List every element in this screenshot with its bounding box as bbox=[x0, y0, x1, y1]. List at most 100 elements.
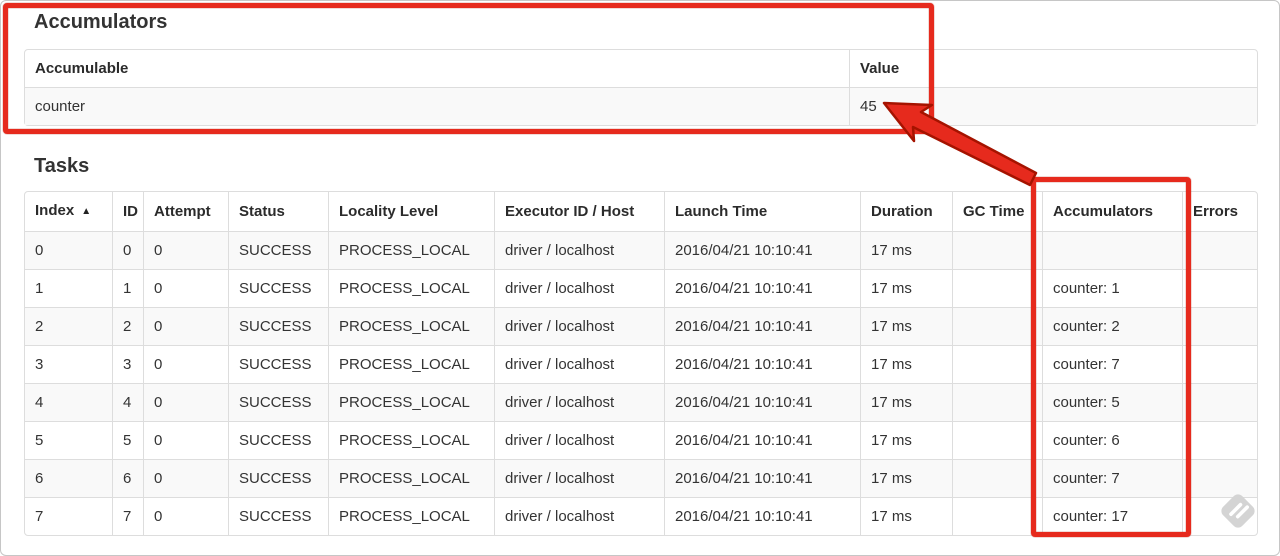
cell-gc-time bbox=[952, 383, 1042, 421]
table-row: 6 6 0 SUCCESS PROCESS_LOCAL driver / localhos… bbox=[25, 459, 1257, 497]
accumulators-table-body: counter 45 bbox=[25, 87, 1257, 125]
column-header-gc-time[interactable]: GC Time bbox=[952, 192, 1042, 231]
table-row: 5 5 0 SUCCESS PROCESS_LOCAL driver / localhos… bbox=[25, 421, 1257, 459]
cell-launch-time: 2016/04/21 10:10:41 bbox=[664, 269, 860, 307]
cell-id: 4 bbox=[112, 383, 143, 421]
cell-errors bbox=[1182, 421, 1257, 459]
cell-attempt: 0 bbox=[143, 497, 228, 535]
cell-attempt: 0 bbox=[143, 421, 228, 459]
cell-locality-level: PROCESS_LOCAL bbox=[328, 345, 494, 383]
cell-locality-level: PROCESS_LOCAL bbox=[328, 497, 494, 535]
cell-executor-id-host: driver / localhost bbox=[494, 459, 664, 497]
cell-index: 3 bbox=[25, 345, 112, 383]
cell-accumulators: counter: 17 bbox=[1042, 497, 1182, 535]
column-header-accumulable[interactable]: Accumulable bbox=[25, 50, 849, 87]
cell-errors bbox=[1182, 269, 1257, 307]
cell-duration: 17 ms bbox=[860, 269, 952, 307]
column-header-label: Launch Time bbox=[675, 203, 768, 220]
cell-gc-time bbox=[952, 269, 1042, 307]
sort-ascending-icon: ▲ bbox=[81, 206, 92, 217]
table-row: 1 1 0 SUCCESS PROCESS_LOCAL driver / localhos… bbox=[25, 269, 1257, 307]
cell-errors bbox=[1182, 383, 1257, 421]
column-header-accumulators[interactable]: Accumulators bbox=[1042, 192, 1182, 231]
cell-attempt: 0 bbox=[143, 231, 228, 269]
cell-status: SUCCESS bbox=[228, 231, 328, 269]
column-header-label: Executor ID / Host bbox=[505, 203, 635, 220]
cell-errors bbox=[1182, 459, 1257, 497]
table-row: 4 4 0 SUCCESS PROCESS_LOCAL driver / localhos… bbox=[25, 383, 1257, 421]
cell-duration: 17 ms bbox=[860, 345, 952, 383]
cell-status: SUCCESS bbox=[228, 383, 328, 421]
column-header-attempt[interactable]: Attempt bbox=[143, 192, 228, 231]
column-header-index[interactable]: Index ▲ bbox=[25, 192, 112, 231]
column-header-label: Locality Level bbox=[339, 203, 439, 220]
cell-duration: 17 ms bbox=[860, 459, 952, 497]
column-header-errors[interactable]: Errors bbox=[1182, 192, 1257, 231]
cell-id: 7 bbox=[112, 497, 143, 535]
cell-errors bbox=[1182, 231, 1257, 269]
cell-duration: 17 ms bbox=[860, 231, 952, 269]
cell-locality-level: PROCESS_LOCAL bbox=[328, 269, 494, 307]
cell-accumulators: counter: 1 bbox=[1042, 269, 1182, 307]
cell-locality-level: PROCESS_LOCAL bbox=[328, 383, 494, 421]
cell-duration: 17 ms bbox=[860, 421, 952, 459]
column-header-label: Accumulators bbox=[1053, 203, 1154, 220]
column-header-label: ID bbox=[123, 203, 138, 220]
cell-locality-level: PROCESS_LOCAL bbox=[328, 307, 494, 345]
column-header-label: Index bbox=[35, 202, 75, 219]
cell-index: 1 bbox=[25, 269, 112, 307]
column-header-launch-time[interactable]: Launch Time bbox=[664, 192, 860, 231]
cell-executor-id-host: driver / localhost bbox=[494, 383, 664, 421]
cell-gc-time bbox=[952, 345, 1042, 383]
column-header-duration[interactable]: Duration bbox=[860, 192, 952, 231]
cell-id: 3 bbox=[112, 345, 143, 383]
cell-gc-time bbox=[952, 421, 1042, 459]
cell-id: 0 bbox=[112, 231, 143, 269]
tasks-section-title: Tasks bbox=[34, 155, 90, 177]
cell-executor-id-host: driver / localhost bbox=[494, 269, 664, 307]
cell-duration: 17 ms bbox=[860, 307, 952, 345]
cell-status: SUCCESS bbox=[228, 421, 328, 459]
cell-launch-time: 2016/04/21 10:10:41 bbox=[664, 231, 860, 269]
tasks-table-head: Index ▲ ID Attempt Status Locality Level Execu… bbox=[25, 192, 1257, 231]
column-header-value[interactable]: Value bbox=[849, 50, 1257, 87]
cell-launch-time: 2016/04/21 10:10:41 bbox=[664, 383, 860, 421]
cell-executor-id-host: driver / localhost bbox=[494, 345, 664, 383]
table-row: 2 2 0 SUCCESS PROCESS_LOCAL driver / localhos… bbox=[25, 307, 1257, 345]
cell-index: 7 bbox=[25, 497, 112, 535]
cell-accumulators: counter: 7 bbox=[1042, 459, 1182, 497]
cell-status: SUCCESS bbox=[228, 459, 328, 497]
table-row: 0 0 0 SUCCESS PROCESS_LOCAL driver / localhos… bbox=[25, 231, 1257, 269]
tasks-table-body: 0 0 0 SUCCESS PROCESS_LOCAL driver / localhos… bbox=[25, 231, 1257, 535]
tasks-table: Index ▲ ID Attempt Status Locality Level Execu… bbox=[24, 191, 1258, 536]
page-content: Accumulators Accumulable Value counter 45 … bbox=[1, 1, 1279, 536]
cell-gc-time bbox=[952, 231, 1042, 269]
cell-duration: 17 ms bbox=[860, 497, 952, 535]
cell-launch-time: 2016/04/21 10:10:41 bbox=[664, 497, 860, 535]
cell-id: 2 bbox=[112, 307, 143, 345]
column-header-label: Errors bbox=[1193, 203, 1239, 220]
column-header-locality-level[interactable]: Locality Level bbox=[328, 192, 494, 231]
column-header-label: GC Time bbox=[963, 203, 1025, 220]
cell-errors bbox=[1182, 345, 1257, 383]
cell-executor-id-host: driver / localhost bbox=[494, 497, 664, 535]
header-row: Index ▲ ID Attempt Status Locality Level Execu… bbox=[25, 192, 1257, 231]
cell-index: 6 bbox=[25, 459, 112, 497]
cell-accumulators: counter: 6 bbox=[1042, 421, 1182, 459]
accumulators-section-title: Accumulators bbox=[34, 11, 168, 33]
cell-status: SUCCESS bbox=[228, 497, 328, 535]
cell-accumulable: counter bbox=[25, 87, 849, 125]
cell-status: SUCCESS bbox=[228, 345, 328, 383]
cell-gc-time bbox=[952, 307, 1042, 345]
accumulators-table: Accumulable Value counter 45 bbox=[24, 49, 1258, 126]
cell-duration: 17 ms bbox=[860, 383, 952, 421]
column-header-executor-id-host[interactable]: Executor ID / Host bbox=[494, 192, 664, 231]
cell-status: SUCCESS bbox=[228, 269, 328, 307]
column-header-id[interactable]: ID bbox=[112, 192, 143, 231]
column-header-label: Attempt bbox=[154, 203, 211, 220]
cell-attempt: 0 bbox=[143, 459, 228, 497]
cell-index: 2 bbox=[25, 307, 112, 345]
cell-locality-level: PROCESS_LOCAL bbox=[328, 459, 494, 497]
column-header-status[interactable]: Status bbox=[228, 192, 328, 231]
column-header-label: Value bbox=[860, 60, 900, 77]
